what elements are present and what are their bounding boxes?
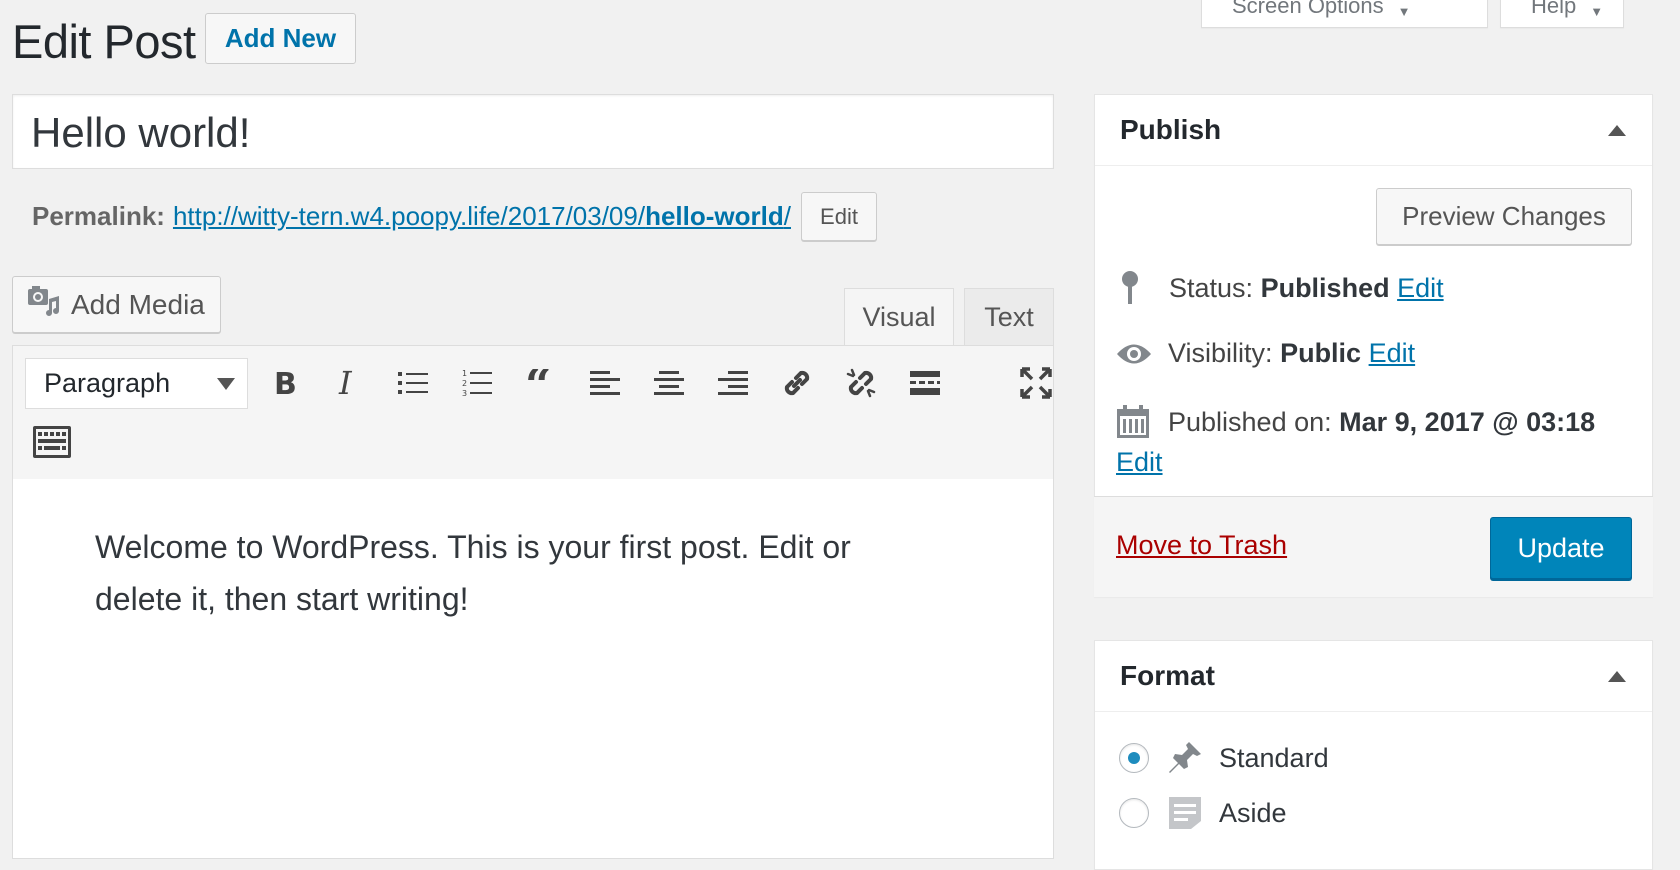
preview-changes-button[interactable]: Preview Changes	[1376, 188, 1632, 245]
visibility-edit-link[interactable]: Edit	[1369, 338, 1416, 369]
move-to-trash-link[interactable]: Move to Trash	[1116, 530, 1287, 560]
tab-text[interactable]: Text	[964, 288, 1054, 346]
svg-text:2: 2	[462, 379, 467, 388]
pin-icon	[1122, 271, 1138, 304]
bulleted-list-icon	[398, 372, 428, 394]
post-content[interactable]: Welcome to WordPress. This is your first…	[95, 521, 915, 625]
align-right-button[interactable]	[711, 361, 755, 405]
published-on-row: Published on: Mar 9, 2017 @ 03:18	[1116, 405, 1595, 439]
blockquote-button[interactable]: “	[519, 361, 563, 405]
format-select-value: Paragraph	[44, 368, 171, 398]
trash-wrap: Move to Trash	[1116, 530, 1287, 561]
help-label: Help	[1531, 0, 1577, 18]
permalink-trailing: /	[783, 201, 791, 231]
status-edit-link[interactable]: Edit	[1397, 273, 1444, 304]
status-value: Published	[1260, 272, 1390, 303]
editor-toolbar: Paragraph B I 1 2 3 “	[12, 345, 1054, 480]
help-tab[interactable]: Help ▼	[1500, 0, 1624, 28]
align-left-icon	[590, 371, 620, 395]
format-label-standard: Standard	[1219, 742, 1329, 773]
svg-text:3: 3	[462, 389, 467, 398]
post-title-input[interactable]: Hello world!	[12, 94, 1054, 169]
numbered-list-button[interactable]: 1 2 3	[455, 361, 499, 405]
add-media-icon	[27, 285, 61, 324]
permalink-link[interactable]: http://witty-tern.w4.poopy.life/2017/03/…	[173, 201, 791, 232]
page-title: Edit Post	[12, 15, 196, 68]
bold-icon: B	[274, 368, 297, 398]
format-option-standard[interactable]: Standard	[1119, 740, 1329, 776]
aside-icon	[1169, 797, 1201, 829]
add-media-label: Add Media	[71, 288, 205, 320]
format-label-aside: Aside	[1219, 797, 1287, 828]
collapse-toggle-icon[interactable]	[1608, 671, 1626, 682]
format-box-title-text: Format	[1120, 660, 1215, 691]
add-media-button[interactable]: Add Media	[12, 276, 221, 333]
format-box-title: Format	[1095, 641, 1652, 712]
collapse-toggle-icon[interactable]	[1608, 125, 1626, 136]
permalink-edit-button[interactable]: Edit	[801, 192, 877, 241]
align-left-button[interactable]	[583, 361, 627, 405]
update-button[interactable]: Update	[1490, 517, 1632, 579]
italic-button[interactable]: I	[327, 361, 371, 405]
format-select[interactable]: Paragraph	[25, 358, 248, 409]
published-on-label: Published on:	[1168, 406, 1332, 437]
published-on-edit-wrap: Edit	[1116, 447, 1163, 478]
format-radio-standard[interactable]	[1119, 743, 1149, 773]
toolbar-toggle-icon	[33, 426, 71, 458]
chevron-down-icon: ▼	[1397, 4, 1411, 19]
svg-text:B: B	[274, 368, 297, 398]
fullscreen-button[interactable]	[1014, 361, 1058, 405]
editor-content-area[interactable]: Welcome to WordPress. This is your first…	[12, 479, 1054, 859]
bold-button[interactable]: B	[263, 361, 307, 405]
chevron-down-icon: ▼	[1590, 4, 1604, 19]
permalink-label: Permalink:	[32, 201, 165, 231]
tab-visual[interactable]: Visual	[844, 288, 954, 346]
bulleted-list-button[interactable]	[391, 361, 435, 405]
toolbar-toggle-button[interactable]	[30, 420, 74, 464]
remove-link-icon	[846, 368, 876, 398]
italic-icon: I	[338, 368, 353, 398]
align-center-button[interactable]	[647, 361, 691, 405]
screen-options-tab[interactable]: Screen Options ▼	[1201, 0, 1488, 28]
publish-box-title-text: Publish	[1120, 114, 1222, 145]
read-more-button[interactable]	[903, 361, 947, 405]
status-row: Status: Published Edit	[1117, 270, 1444, 306]
read-more-icon	[910, 371, 940, 395]
remove-link-button[interactable]	[839, 361, 883, 405]
svg-text:I: I	[338, 368, 353, 398]
chevron-down-icon	[217, 378, 235, 390]
svg-text:“: “	[525, 369, 551, 397]
status-label: Status:	[1169, 272, 1254, 303]
published-on-value: Mar 9, 2017 @ 03:18	[1339, 406, 1596, 437]
format-option-aside[interactable]: Aside	[1119, 795, 1287, 831]
visibility-value: Public	[1280, 338, 1362, 368]
pushpin-icon	[1169, 742, 1201, 773]
eye-icon	[1117, 344, 1151, 363]
calendar-icon	[1117, 405, 1149, 438]
permalink-base: http://witty-tern.w4.poopy.life/2017/03/…	[172, 201, 646, 231]
fullscreen-icon	[1020, 367, 1052, 399]
svg-text:1: 1	[462, 369, 467, 378]
publish-box-title: Publish	[1095, 95, 1652, 166]
insert-link-button[interactable]	[775, 361, 819, 405]
visibility-row: Visibility: Public Edit	[1116, 338, 1415, 369]
permalink-row: Permalink: http://witty-tern.w4.poopy.li…	[32, 192, 877, 241]
visibility-label: Visibility:	[1168, 338, 1273, 368]
format-radio-aside[interactable]	[1119, 798, 1149, 828]
screen-options-label: Screen Options	[1232, 0, 1384, 18]
published-on-edit-link[interactable]: Edit	[1116, 447, 1163, 477]
align-right-icon	[718, 371, 748, 395]
numbered-list-icon: 1 2 3	[462, 369, 492, 398]
align-center-icon	[654, 371, 684, 395]
insert-link-icon	[784, 370, 810, 396]
permalink-slug: hello-world	[645, 201, 784, 231]
blockquote-icon: “	[525, 369, 551, 397]
add-new-button[interactable]: Add New	[205, 13, 356, 64]
